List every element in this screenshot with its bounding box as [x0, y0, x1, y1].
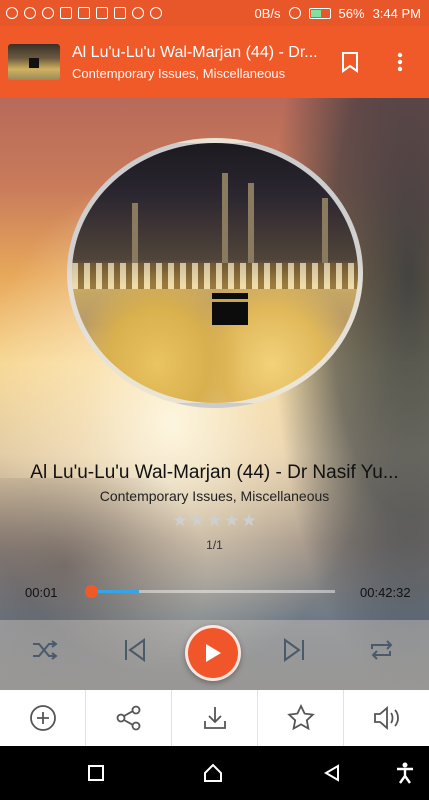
song-title: Al Lu'u-Lu'u Wal-Marjan (44) - Dr Nasif …: [30, 462, 399, 483]
volume-button[interactable]: [344, 690, 429, 746]
toolbar-title: Al Lu'u-Lu'u Wal-Marjan (44) - Dr...: [72, 43, 318, 61]
more-vert-icon: [397, 52, 403, 72]
status-bar: 0B/s 56% 3:44 PM: [0, 0, 429, 26]
current-time: 00:01: [25, 585, 58, 600]
bookmark-button[interactable]: [334, 46, 366, 78]
star-icon[interactable]: ★: [172, 511, 187, 531]
action-bar: [0, 690, 429, 746]
share-icon: [116, 705, 140, 731]
repeat-icon: [371, 640, 393, 660]
player-area: Al Lu'u-Lu'u Wal-Marjan (44) - Dr Nasif …: [0, 98, 429, 690]
system-nav-bar: [0, 746, 429, 800]
lock-icon: [96, 7, 108, 19]
star-icon[interactable]: ★: [207, 511, 222, 531]
shuffle-button[interactable]: [25, 630, 65, 670]
back-icon: [324, 764, 339, 782]
track-thumbnail: [8, 44, 60, 80]
previous-icon: [125, 638, 145, 662]
download-button[interactable]: [172, 690, 258, 746]
back-button[interactable]: [322, 763, 342, 783]
app-toolbar: Al Lu'u-Lu'u Wal-Marjan (44) - Dr... Con…: [0, 26, 429, 98]
more-options-button[interactable]: [384, 46, 416, 78]
network-speed: 0B/s: [254, 5, 281, 21]
bookmark-icon: [342, 52, 358, 73]
total-duration: 00:42:32: [360, 585, 411, 600]
tshirt-icon: [78, 7, 90, 19]
play-button[interactable]: [185, 625, 241, 681]
volume-icon: [373, 706, 399, 730]
add-to-playlist-button[interactable]: [0, 690, 86, 746]
accessibility-button[interactable]: [395, 762, 415, 784]
favorite-icon: [286, 704, 315, 731]
playlist-position: 1/1: [206, 538, 223, 552]
album-art: [67, 138, 363, 408]
star-icon[interactable]: ★: [224, 511, 239, 531]
rating-stars[interactable]: ★ ★ ★ ★ ★: [0, 511, 429, 531]
message-icon: [24, 7, 36, 19]
next-icon: [284, 638, 304, 662]
seek-bar[interactable]: [90, 590, 335, 593]
toolbar-subtitle: Contemporary Issues, Miscellaneous: [72, 65, 286, 81]
favorite-button[interactable]: [258, 690, 344, 746]
battery-icon: [308, 7, 331, 19]
home-button[interactable]: [203, 763, 223, 783]
image-icon: [114, 7, 126, 19]
clock: 3:44 PM: [372, 5, 421, 21]
battery-level: 56%: [338, 5, 365, 21]
whatsapp-icon: [42, 7, 54, 19]
shuffle-icon: [33, 640, 58, 660]
previous-button[interactable]: [115, 630, 155, 670]
star-icon[interactable]: ★: [241, 511, 256, 531]
alarm-icon: [288, 7, 301, 19]
cloud-icon: [132, 7, 144, 19]
add-icon: [29, 705, 56, 731]
mail-icon: [60, 7, 72, 19]
chat-icon: [6, 7, 18, 19]
recent-apps-icon: [88, 765, 104, 781]
accessibility-icon: [397, 762, 413, 784]
play-icon: [206, 644, 221, 662]
share-button[interactable]: [86, 690, 172, 746]
download-icon: [203, 707, 226, 729]
next-button[interactable]: [274, 630, 314, 670]
song-category: Contemporary Issues, Miscellaneous: [99, 488, 330, 504]
star-icon[interactable]: ★: [190, 511, 205, 531]
repeat-button[interactable]: [362, 630, 402, 670]
wifi-icon: [150, 7, 162, 19]
notification-icons: [0, 7, 162, 19]
seek-handle[interactable]: [84, 585, 98, 598]
recent-apps-button[interactable]: [86, 763, 106, 783]
home-icon: [204, 763, 222, 782]
